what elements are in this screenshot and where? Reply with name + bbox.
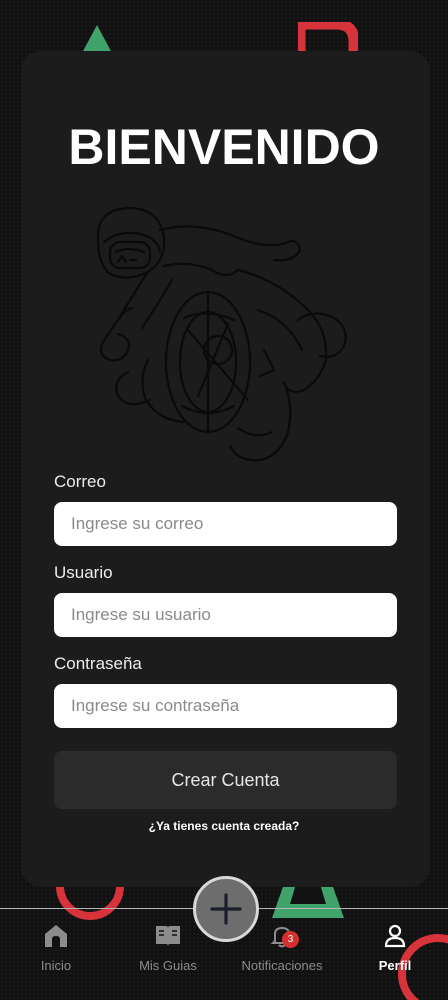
home-icon (45, 925, 67, 947)
notification-badge: 3 (282, 931, 299, 948)
login-link[interactable]: ¿Ya tienes cuenta creada? (0, 819, 448, 833)
add-guide-button[interactable] (193, 876, 259, 942)
book-icon (156, 926, 180, 946)
red-square-shape (298, 22, 358, 54)
password-input[interactable] (54, 684, 397, 728)
username-label: Usuario (54, 563, 113, 582)
password-label: Contraseña (54, 654, 142, 673)
username-input[interactable] (54, 593, 397, 637)
nav-item-perfil[interactable]: Perfil (342, 922, 448, 973)
create-account-button[interactable]: Crear Cuenta (54, 751, 397, 809)
green-triangle-shape (82, 25, 112, 53)
nav-label-inicio: Inicio (40, 958, 72, 973)
user-icon (384, 924, 406, 948)
nav-label-mis-guias: Mis Guias (139, 958, 197, 973)
nav-item-inicio[interactable]: Inicio (0, 922, 112, 973)
page-title: BIENVENIDO (68, 119, 380, 175)
email-input[interactable] (54, 502, 397, 546)
nav-label-perfil: Perfil (378, 958, 412, 973)
plus-icon (210, 893, 242, 925)
email-label: Correo (54, 472, 106, 491)
nav-label-notificaciones: Notificaciones (241, 958, 323, 973)
motorcycle-rider-illustration (96, 206, 347, 462)
